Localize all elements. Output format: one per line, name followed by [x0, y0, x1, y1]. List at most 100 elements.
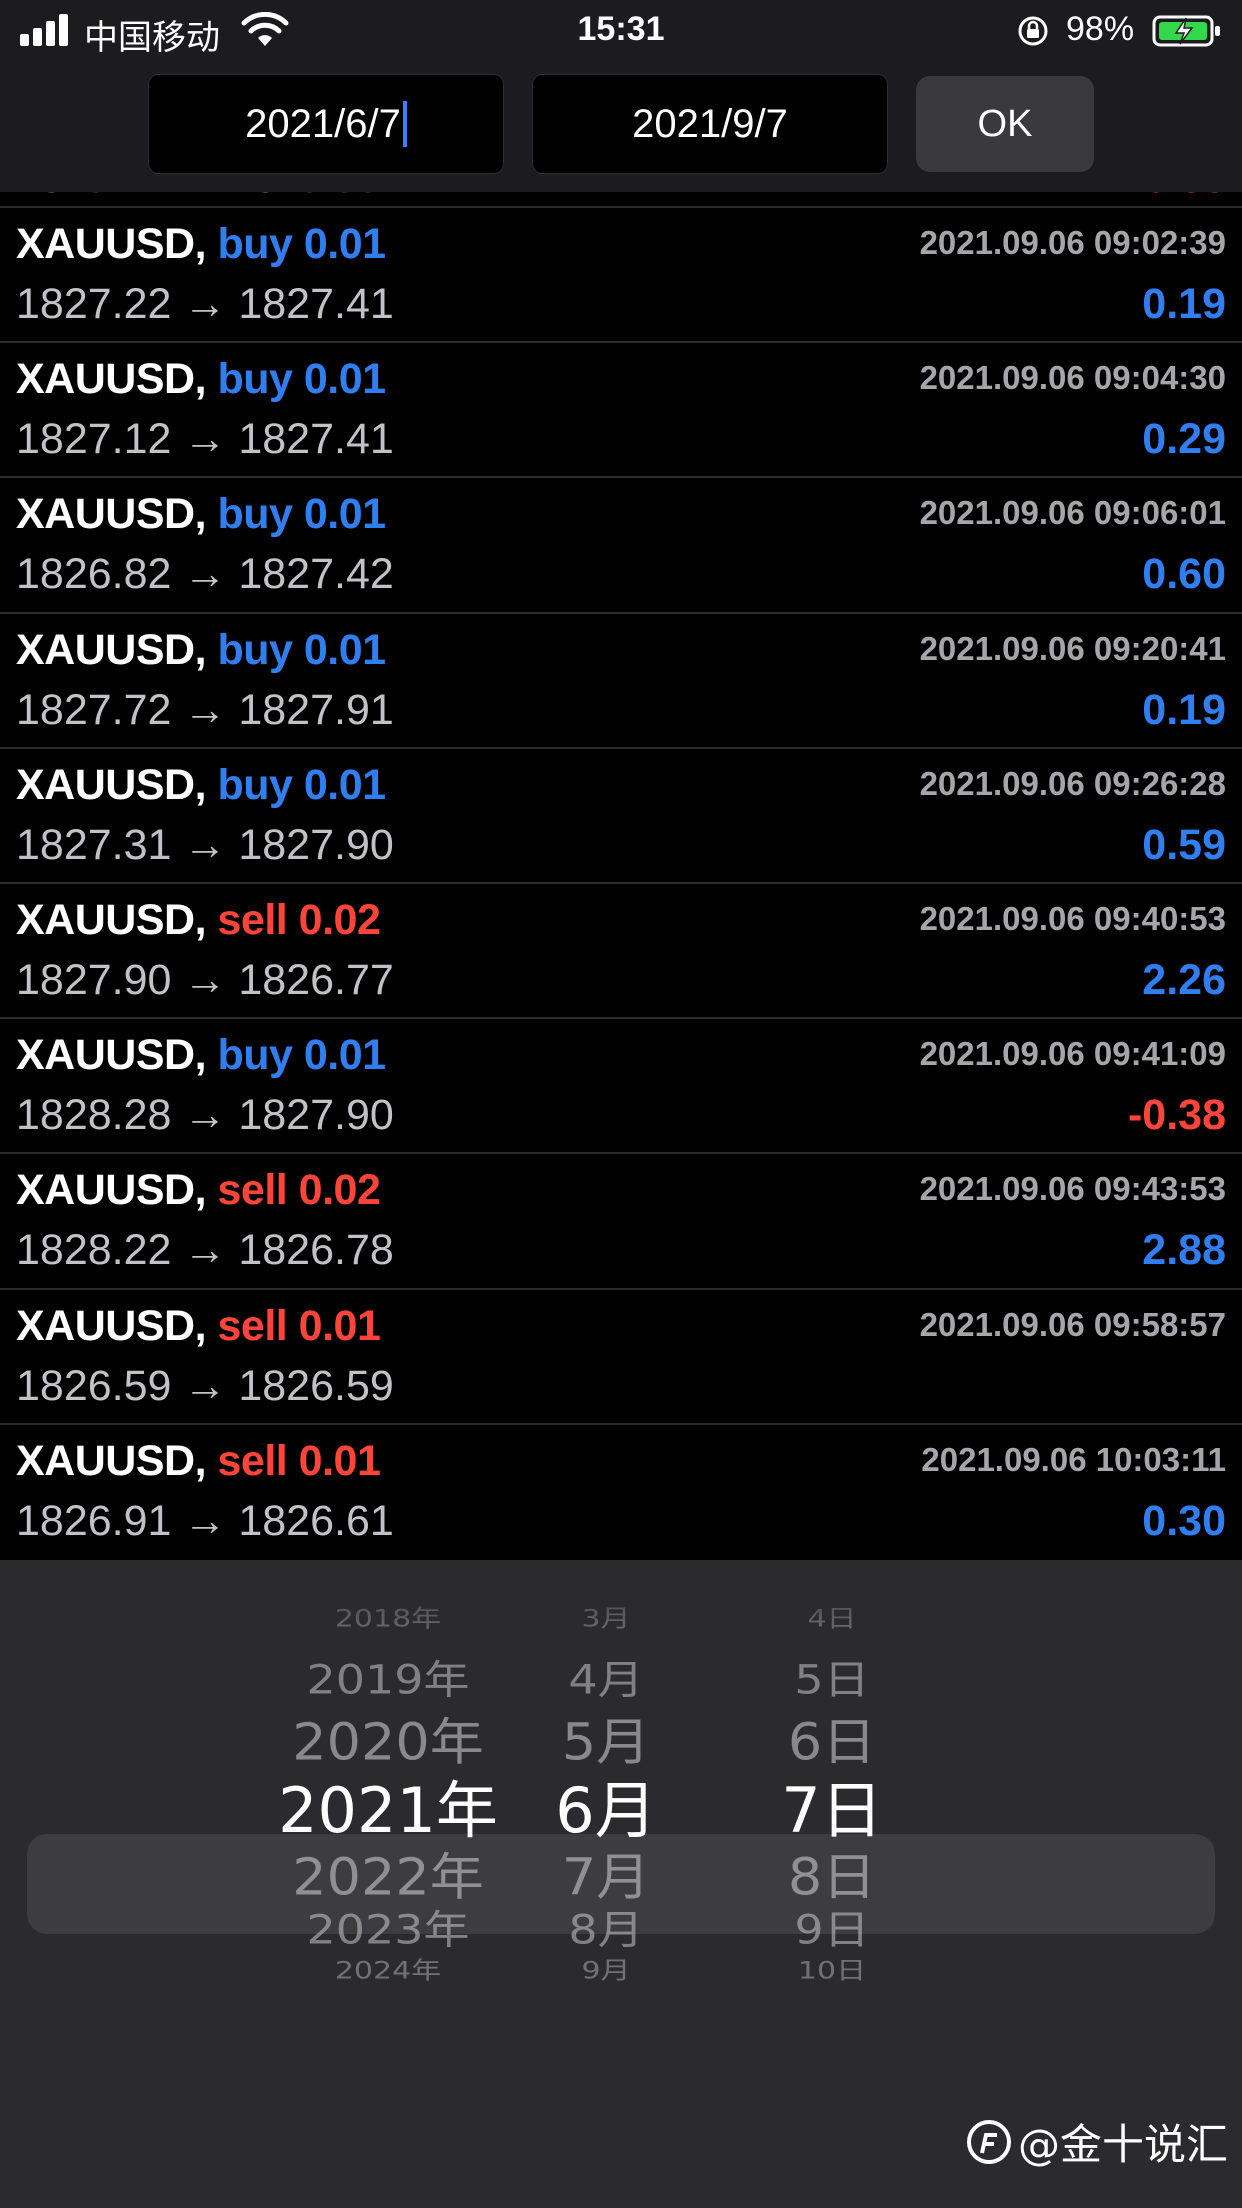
arrow-icon: →: [183, 685, 227, 734]
arrow-icon: →: [183, 415, 227, 464]
trade-volume: 0.01: [298, 1301, 381, 1350]
picker-month-item[interactable]: 3月: [581, 1598, 630, 1633]
trade-prices: 1827.90 → 1826.77: [16, 956, 394, 1005]
arrow-icon: →: [183, 1361, 227, 1410]
trade-symbol-line: XAUUSD, buy 0.01: [16, 220, 386, 269]
trade-symbol: XAUUSD,: [16, 490, 207, 539]
trade-row[interactable]: XAUUSD, sell 0.01 2021.09.06 10:03:11 18…: [0, 1422, 1242, 1558]
trade-row[interactable]: XAUUSD, buy 0.01 2021.09.06 09:41:09 182…: [0, 1017, 1242, 1152]
trade-time: 2021.09.06 09:06:01: [919, 494, 1226, 532]
picker-day-item[interactable]: 10日: [798, 1950, 866, 1985]
trade-side: buy: [217, 220, 293, 268]
date-picker-wheel[interactable]: 2018年 2019年 2020年 2021年 2022年 2023年 2024年 3月 4月 5…: [0, 1560, 1242, 2208]
trade-time: 2021.09.06 09:43:53: [919, 1170, 1226, 1208]
open-price: 1827.31: [16, 820, 172, 869]
trade-side: sell: [217, 1436, 288, 1485]
trade-side-volume: sell 0.02: [217, 1166, 380, 1214]
trade-symbol-line: XAUUSD, sell 0.01: [16, 1436, 381, 1486]
picker-month-item[interactable]: 8月: [568, 1899, 643, 1956]
trade-row[interactable]: XAUUSD, sell 0.02 2021.09.06 09:40:53 18…: [0, 882, 1242, 1017]
arrow-icon: →: [183, 1496, 227, 1545]
status-clock: 15:31: [577, 10, 665, 48]
trade-volume: 0.01: [303, 220, 386, 268]
picker-year-item[interactable]: 2024年: [335, 1950, 441, 1985]
trade-symbol: XAUUSD,: [16, 760, 207, 809]
arrow-icon: →: [183, 280, 227, 328]
trade-side-volume: buy 0.01: [217, 490, 386, 539]
close-price: 1827.91: [238, 685, 394, 734]
trade-time: 2021.09.06 09:41:09: [919, 1035, 1226, 1073]
trade-time: 2021.09.06 09:58:57: [919, 1305, 1226, 1343]
trade-prices: 1828.28 → 1827.90: [16, 1091, 394, 1140]
trade-prices: 1827.22 → 1827.41: [16, 280, 394, 329]
trade-prices: 1827.12 → 1827.41: [16, 415, 394, 464]
trade-symbol-line: XAUUSD, buy 0.01: [16, 490, 386, 539]
trade-symbol: XAUUSD,: [16, 1301, 207, 1350]
trade-side: buy: [217, 355, 293, 404]
arrow-icon: →: [183, 1226, 227, 1275]
trade-profit: 0.59: [1142, 820, 1226, 869]
open-price: 1826.59: [16, 1361, 172, 1410]
jin10-logo-icon: [966, 2119, 1011, 2164]
trade-symbol-line: XAUUSD, buy 0.01: [16, 355, 386, 404]
from-date-value: 2021/6/7: [245, 101, 401, 146]
watermark: @金十说汇: [966, 2111, 1228, 2172]
trade-prices: 1827.72 → 1827.91: [16, 686, 394, 735]
open-price: 1828.28: [16, 1091, 172, 1140]
trade-side: buy: [217, 1031, 293, 1080]
open-price: 1827.22: [16, 280, 172, 328]
text-caret: [402, 101, 407, 147]
picker-month-item[interactable]: 9月: [581, 1950, 630, 1985]
trade-time: 2021.09.06 09:20:41: [919, 629, 1226, 667]
trade-prices: 1826.59 → 1826.59: [16, 1362, 394, 1411]
picker-day-item[interactable]: 5日: [794, 1649, 869, 1706]
picker-year-item[interactable]: 2019年: [306, 1649, 469, 1706]
trade-symbol: XAUUSD,: [16, 896, 207, 944]
trade-volume: 0.02: [298, 896, 381, 944]
trade-side-volume: buy 0.01: [217, 355, 386, 404]
picker-month-item[interactable]: 4月: [568, 1649, 643, 1706]
trade-profit: -0.38: [1127, 1091, 1226, 1140]
picker-year-item[interactable]: 2023年: [306, 1899, 469, 1956]
trade-history-list[interactable]: 1827.11 → 1827.77 0.66 XAUUSD, buy 0.01 …: [0, 192, 1242, 1560]
trade-time: 2021.09.06 09:40:53: [919, 900, 1226, 937]
trade-side-volume: sell 0.01: [217, 1302, 380, 1350]
trade-row[interactable]: XAUUSD, buy 0.01 2021.09.06 09:02:39 182…: [0, 206, 1242, 341]
trade-row[interactable]: XAUUSD, sell 0.01 2021.09.06 09:58:57 18…: [0, 1287, 1242, 1423]
open-price: 1828.22: [16, 1226, 172, 1275]
open-price: 1827.90: [16, 956, 172, 1004]
trade-side-volume: buy 0.01: [217, 220, 386, 268]
trade-prices: 1826.91 → 1826.61: [16, 1497, 394, 1546]
trade-symbol: XAUUSD,: [16, 1031, 207, 1080]
trade-row[interactable]: XAUUSD, buy 0.01 2021.09.06 09:04:30 182…: [0, 341, 1242, 476]
trade-symbol-line: XAUUSD, buy 0.01: [16, 1031, 386, 1080]
trade-row[interactable]: XAUUSD, sell 0.02 2021.09.06 09:43:53 18…: [0, 1152, 1242, 1287]
trade-volume: 0.01: [303, 760, 386, 809]
trade-row[interactable]: XAUUSD, buy 0.01 2021.09.06 09:26:28 182…: [0, 746, 1242, 882]
trade-side: buy: [217, 490, 293, 539]
picker-day-item[interactable]: 4日: [807, 1598, 856, 1633]
trade-side-volume: sell 0.02: [217, 896, 380, 944]
arrow-icon: →: [183, 820, 227, 869]
trade-prices: 1828.22 → 1826.78: [16, 1226, 394, 1275]
watermark-text: @金十说汇: [1017, 2120, 1228, 2169]
close-price: 1826.61: [238, 1496, 394, 1545]
to-date-field[interactable]: 2021/9/7: [532, 74, 888, 174]
trade-profit: 2.88: [1142, 1226, 1226, 1275]
to-date-value: 2021/9/7: [632, 101, 788, 146]
from-date-field[interactable]: 2021/6/7: [148, 74, 504, 174]
trade-side-volume: buy 0.01: [217, 760, 386, 809]
picker-day-item[interactable]: 9日: [794, 1899, 869, 1956]
picker-year-item[interactable]: 2018年: [335, 1598, 441, 1633]
ok-button[interactable]: OK: [916, 76, 1094, 172]
status-bar: 中国移动 15:31 98%: [0, 0, 1242, 62]
trade-symbol-line: XAUUSD, buy 0.01: [16, 626, 386, 675]
trade-row[interactable]: XAUUSD, buy 0.01 2021.09.06 09:06:01 182…: [0, 476, 1242, 611]
trade-symbol: XAUUSD,: [16, 625, 207, 674]
trade-side-volume: buy 0.01: [217, 625, 386, 674]
trade-prices: 1826.82 → 1827.42: [16, 550, 394, 599]
trade-row[interactable]: XAUUSD, buy 0.01 2021.09.06 09:20:41 182…: [0, 611, 1242, 747]
trade-side: sell: [217, 1166, 288, 1215]
trade-symbol: XAUUSD,: [16, 1166, 207, 1215]
trade-volume: 0.01: [303, 625, 386, 674]
